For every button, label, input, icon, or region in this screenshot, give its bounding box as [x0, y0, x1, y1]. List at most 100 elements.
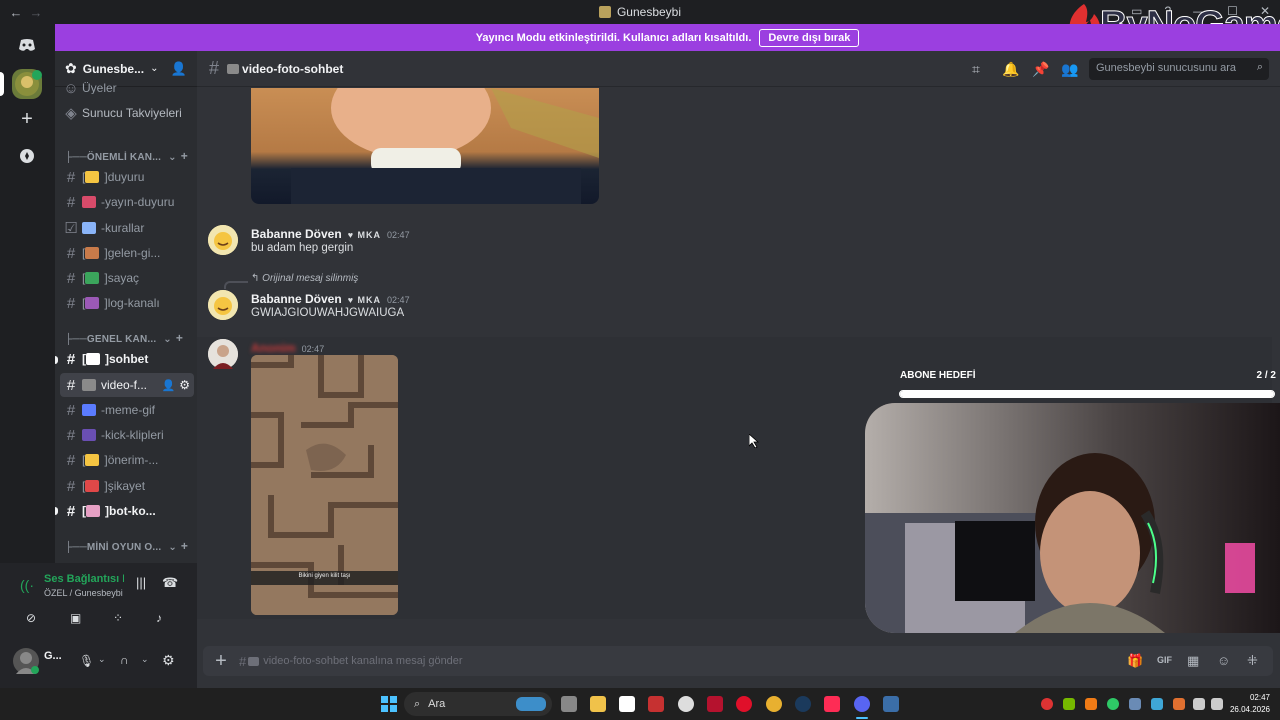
- channel-sayac[interactable]: #[ ] sayaç: [55, 266, 197, 290]
- voice-location[interactable]: ÖZEL / Gunesbeybi: [44, 588, 123, 598]
- screen-share-icon[interactable]: ▣: [70, 611, 81, 625]
- taskbar-search[interactable]: ⌕ Ara: [404, 692, 552, 716]
- voice-signal-icon: ((·: [20, 577, 34, 593]
- author-name[interactable]: Babanne Döven: [251, 292, 342, 306]
- tray-volume-icon[interactable]: [1211, 698, 1223, 710]
- activities-icon[interactable]: ⁘: [113, 611, 123, 625]
- threads-icon[interactable]: ⌗: [972, 61, 980, 78]
- invite-icon[interactable]: 👤: [162, 379, 176, 392]
- message-photo[interactable]: [251, 88, 599, 204]
- hash-icon: #: [66, 350, 76, 368]
- channel-video-foto-sohbet[interactable]: # video-f... 👤 ⚙: [60, 373, 194, 397]
- channel-log-kanali[interactable]: #[ ] log-kanalı: [55, 291, 197, 315]
- tray-app-icon[interactable]: [1041, 698, 1053, 710]
- image-caption: Bikini giyen kilit taşı: [298, 573, 351, 579]
- channel-yayin-duyuru[interactable]: # -yayın-duyuru: [55, 190, 197, 214]
- message-composer[interactable]: + # video-foto-sohbet kanalına mesaj gön…: [203, 646, 1273, 676]
- notification-bell-icon[interactable]: 🔔: [1002, 61, 1019, 78]
- emoji-icon[interactable]: ☺: [1217, 653, 1230, 668]
- tray-app-icon[interactable]: [1151, 698, 1163, 710]
- channel-onerim[interactable]: #[ ] önerim-...: [55, 448, 197, 472]
- channel-kurallar[interactable]: ☑ -kurallar: [55, 216, 197, 240]
- chevron-down-icon[interactable]: ⌄: [141, 654, 149, 665]
- gift-icon[interactable]: 🎁: [1127, 653, 1143, 669]
- settings-app-icon[interactable]: [678, 696, 694, 712]
- gear-icon[interactable]: ⚙: [162, 652, 175, 669]
- pin-icon[interactable]: 📌: [1032, 61, 1049, 78]
- clock-time[interactable]: 02:47: [1240, 693, 1270, 702]
- reply-preview[interactable]: ↰ Orijinal mesaj silinmiş: [251, 273, 358, 284]
- chevron-down-icon[interactable]: ⌄: [98, 654, 106, 665]
- noise-suppression-icon[interactable]: |||: [136, 575, 146, 590]
- channel-gelen-giden[interactable]: #[ ] gelen-gi...: [55, 241, 197, 265]
- hash-icon: #: [66, 477, 76, 495]
- add-attachment-icon[interactable]: +: [203, 650, 239, 673]
- guild-tag[interactable]: ♥ MKA: [348, 295, 381, 305]
- disable-streamer-mode-button[interactable]: Devre dışı bırak: [759, 28, 860, 47]
- explore-icon[interactable]: [12, 141, 42, 171]
- author-name[interactable]: Babanne Döven: [251, 227, 342, 241]
- channel-kick-klipleri[interactable]: # -kick-klipleri: [55, 423, 197, 447]
- selected-server-indicator: [0, 72, 4, 96]
- bell-emoji-icon: [85, 171, 100, 183]
- banner-text: Yayıncı Modu etkinleştirildi. Kullanıcı …: [475, 31, 752, 44]
- discord-taskbar-icon[interactable]: [854, 696, 870, 712]
- task-view-icon[interactable]: [561, 696, 577, 712]
- avatar[interactable]: [208, 290, 238, 320]
- channel-duyuru[interactable]: #[ ] duyuru: [55, 165, 197, 189]
- search-icon: ⌕: [414, 697, 421, 710]
- discord-home-icon[interactable]: [12, 30, 42, 60]
- obs-icon[interactable]: [883, 696, 899, 712]
- soundboard-icon[interactable]: ♪: [156, 611, 162, 625]
- steam-icon[interactable]: [795, 696, 811, 712]
- channel-sikayet[interactable]: #[ ] şikayet: [55, 474, 197, 498]
- sticker-icon[interactable]: ▦: [1187, 653, 1199, 669]
- channel-meme-gif[interactable]: # -meme-gif: [55, 398, 197, 422]
- tiktok-icon[interactable]: [824, 696, 840, 712]
- avatar[interactable]: [208, 225, 238, 255]
- message-image[interactable]: Bikini giyen kilit taşı: [251, 355, 398, 615]
- apps-icon[interactable]: ⁜: [1247, 653, 1258, 669]
- category-mini-games[interactable]: ├──MİNİ OYUN O... ⌄ +: [65, 539, 188, 553]
- clock-date[interactable]: 26.04.2026: [1226, 705, 1270, 714]
- gif-icon[interactable]: GIF: [1157, 655, 1172, 665]
- tray-network-icon[interactable]: [1193, 698, 1205, 710]
- gear-icon[interactable]: ⚙: [179, 378, 190, 392]
- disconnect-icon[interactable]: ☎: [162, 575, 178, 591]
- headphones-icon[interactable]: ∩: [120, 653, 129, 667]
- coin-app-icon[interactable]: [766, 696, 782, 712]
- microphone-icon[interactable]: 🎙: [79, 654, 94, 668]
- guild-tag[interactable]: ♥ MKA: [348, 230, 381, 240]
- category-general[interactable]: ├──GENEL KAN... ⌄ +: [65, 331, 183, 345]
- search-input[interactable]: Gunesbeybi sunucusunu ara ⌕: [1089, 58, 1269, 80]
- channel-sohbet[interactable]: #[ ] sohbet: [55, 347, 197, 371]
- valorant-icon[interactable]: [707, 696, 723, 712]
- rules-icon: ☑: [64, 220, 78, 237]
- invite-user-icon[interactable]: 👤: [171, 61, 187, 77]
- goal-count: 2 / 2: [1256, 370, 1276, 381]
- add-server-icon[interactable]: +: [12, 104, 42, 134]
- voice-status[interactable]: Ses Bağlantısı K: [44, 573, 124, 585]
- tray-app-icon[interactable]: [1085, 698, 1097, 710]
- capcut-icon[interactable]: [619, 696, 635, 712]
- channel-bot-komut[interactable]: #[ ] bot-ko...: [55, 499, 197, 523]
- camera-off-icon[interactable]: ⊘: [26, 611, 36, 625]
- opera-gx-icon[interactable]: [736, 696, 752, 712]
- active-app-indicator: [856, 717, 868, 719]
- author-name[interactable]: Anonim: [251, 341, 296, 355]
- tray-microphone-icon[interactable]: [1173, 698, 1185, 710]
- server-boosts-item[interactable]: ◈ Sunucu Takviyeleri: [55, 101, 197, 125]
- tray-app-icon[interactable]: [1107, 698, 1119, 710]
- avatar[interactable]: [208, 339, 238, 369]
- channel-header: # video-foto-sohbet ⌗ 🔔 📌 👥 Gunesbeybi s…: [197, 51, 1280, 87]
- file-explorer-icon[interactable]: [590, 696, 606, 712]
- category-important[interactable]: ├──ÖNEMLİ KAN... ⌄ +: [65, 149, 188, 163]
- member-list-icon[interactable]: 👥: [1061, 61, 1078, 78]
- members-item[interactable]: ☺ Üyeler: [55, 82, 197, 94]
- windows-start-icon[interactable]: [381, 696, 397, 715]
- camera-emoji-icon: [227, 63, 240, 74]
- tf-app-icon[interactable]: [648, 696, 664, 712]
- tray-steam-icon[interactable]: [1129, 698, 1141, 710]
- hash-icon: #: [239, 653, 247, 669]
- tray-nvidia-icon[interactable]: [1063, 698, 1075, 710]
